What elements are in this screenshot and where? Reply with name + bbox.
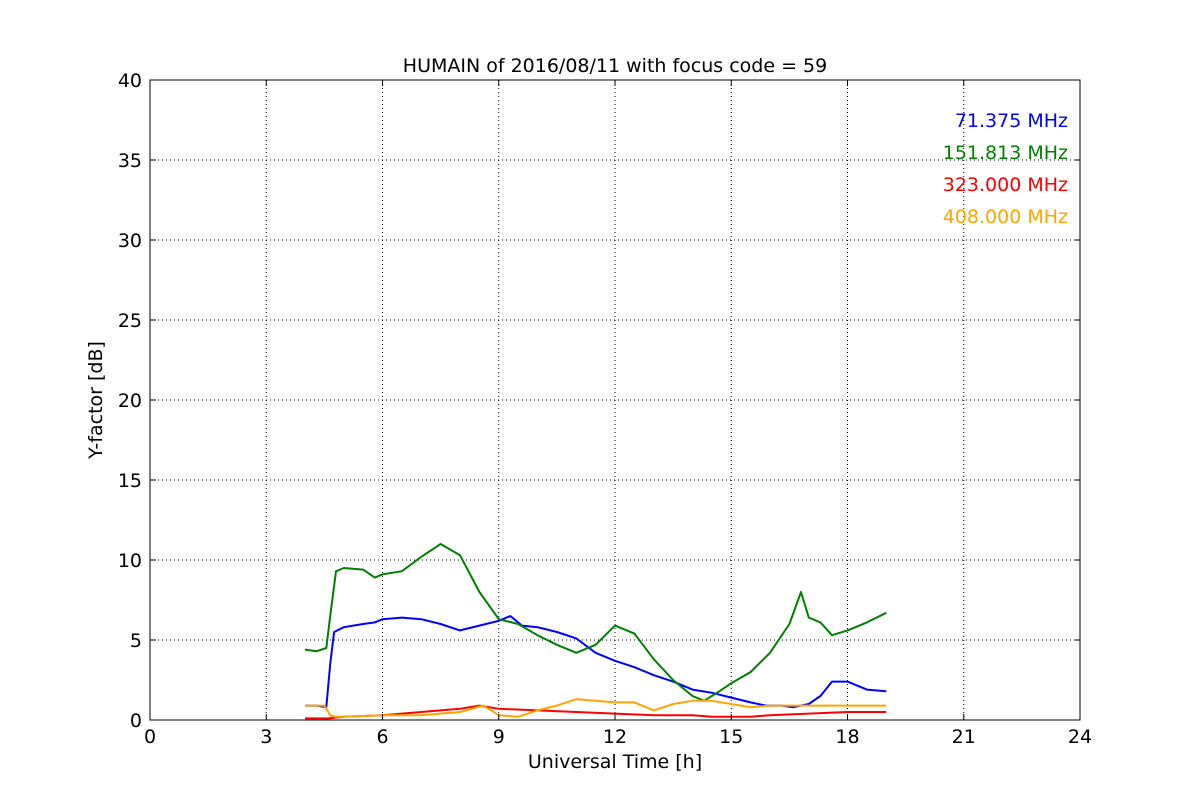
x-tick-label: 24 (1068, 726, 1092, 748)
legend-entry: 151.813 MHz (943, 142, 1068, 164)
series-line (304, 543, 887, 702)
legend-entry: 408.000 MHz (943, 206, 1068, 228)
x-tick-label: 15 (719, 726, 743, 748)
chart-container: 0 3 6 9 12 15 18 21 24 0 5 10 15 20 25 30 35 40 71.375 MH… (0, 0, 1200, 800)
y-tick-label: 30 (118, 230, 142, 252)
x-tick-label: 3 (260, 726, 272, 748)
y-tick-label: 15 (118, 470, 142, 492)
legend-entry: 323.000 MHz (943, 174, 1068, 196)
line-chart: 0 3 6 9 12 15 18 21 24 0 5 10 15 20 25 30 35 40 71.375 MH… (85, 55, 1092, 773)
grid (149, 79, 1081, 721)
axis-ticks: 0 3 6 9 12 15 18 21 24 0 5 10 15 20 25 30 35 40 (118, 70, 1092, 748)
y-tick-label: 40 (118, 70, 142, 92)
y-tick-label: 35 (118, 150, 142, 172)
x-tick-label: 0 (144, 726, 156, 748)
x-axis-title: Universal Time [h] (528, 751, 702, 773)
series-line (305, 704, 887, 720)
y-tick-label: 10 (118, 550, 142, 572)
y-tick-label: 0 (130, 710, 142, 732)
x-tick-label: 12 (603, 726, 627, 748)
legend-entry: 71.375 MHz (955, 110, 1068, 132)
x-tick-label: 9 (493, 726, 505, 748)
y-tick-label: 5 (130, 630, 142, 652)
series-line (305, 615, 887, 709)
y-axis-title: Y-factor [dB] (85, 341, 107, 460)
x-tick-label: 21 (952, 726, 976, 748)
chart-title: HUMAIN of 2016/08/11 with focus code = 5… (403, 55, 827, 77)
x-tick-label: 6 (376, 726, 388, 748)
y-tick-label: 25 (118, 310, 142, 332)
legend: 71.375 MHz 151.813 MHz 323.000 MHz 408.000 … (943, 110, 1068, 228)
series-group (304, 543, 887, 720)
x-tick-label: 18 (835, 726, 859, 748)
y-tick-label: 20 (118, 390, 142, 412)
